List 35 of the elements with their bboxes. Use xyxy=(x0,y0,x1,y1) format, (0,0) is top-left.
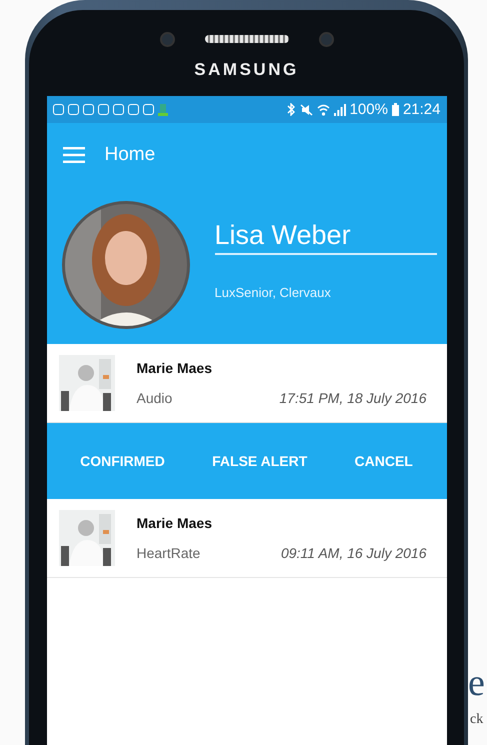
profile-location: LuxSenior, Clervaux xyxy=(214,285,332,300)
wifi-icon xyxy=(316,104,330,116)
speaker-icon xyxy=(204,35,288,43)
clock: 21:24 xyxy=(402,101,440,118)
battery-level: 100% xyxy=(350,101,388,118)
notification-icon xyxy=(112,104,124,115)
alert-time: 09:11 AM, 16 July 2016 xyxy=(280,545,426,561)
menu-button[interactable] xyxy=(62,146,84,162)
notification-icon xyxy=(142,104,154,115)
alert-type: HeartRate xyxy=(136,545,200,561)
mute-icon xyxy=(300,104,313,116)
notification-icon xyxy=(52,104,64,115)
brand-logo: SAMSUNG xyxy=(194,60,299,80)
alert-row[interactable]: Marie Maes Audio 17:51 PM, 18 July 2016 xyxy=(46,344,446,423)
alert-row[interactable]: Marie Maes HeartRate 09:11 AM, 16 July 2016 xyxy=(46,499,446,578)
notification-icon xyxy=(128,104,138,115)
bluetooth-icon xyxy=(286,103,296,116)
notification-icon xyxy=(68,104,78,115)
profile-name: Lisa Weber xyxy=(214,220,436,255)
sensor-icon xyxy=(160,32,174,46)
action-button[interactable]: CONFIRMED xyxy=(76,447,169,475)
camera-icon xyxy=(318,32,334,46)
action-button[interactable]: FALSE ALERT xyxy=(208,447,312,475)
alert-time: 17:51 PM, 18 July 2016 xyxy=(279,390,426,406)
notification-icon xyxy=(98,104,108,115)
notification-icon xyxy=(82,104,94,115)
signal-icon xyxy=(334,104,346,116)
battery-icon xyxy=(392,103,399,116)
background-text: e xyxy=(468,664,485,702)
patient-name: Marie Maes xyxy=(136,515,213,531)
background-text: ck xyxy=(470,712,484,728)
alert-type: Audio xyxy=(136,390,172,406)
page-title: Home xyxy=(104,144,156,166)
patient-name: Marie Maes xyxy=(136,360,213,376)
action-button[interactable]: CANCEL xyxy=(350,447,417,475)
